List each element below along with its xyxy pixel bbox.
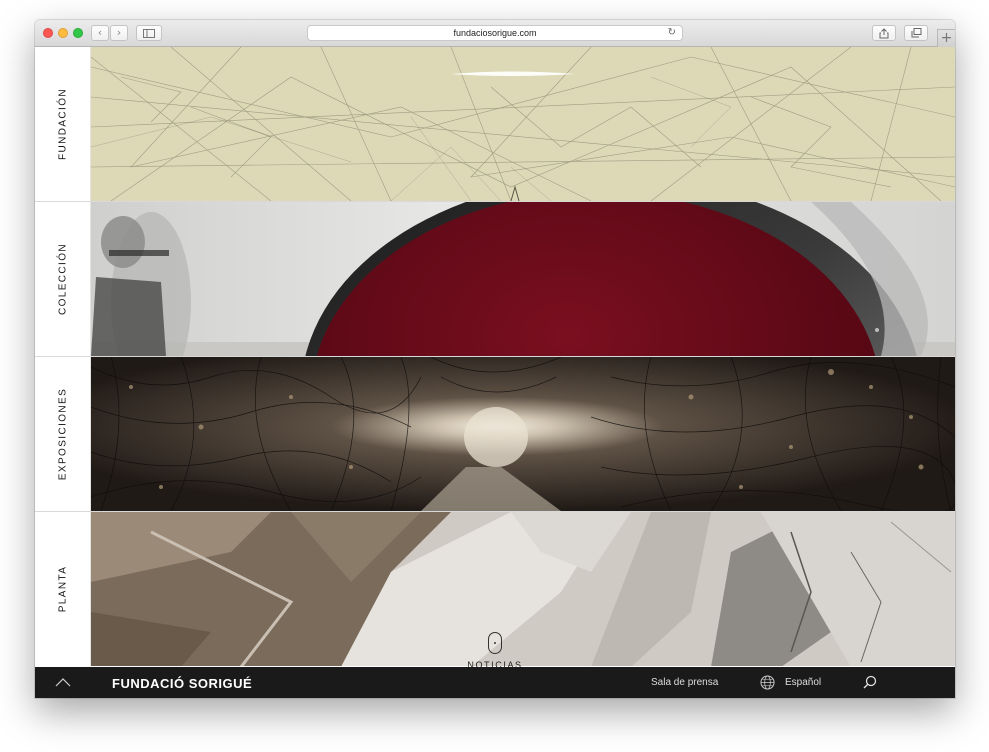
section-label-column: PLANTA	[35, 512, 91, 666]
section-label-column: COLECCIÓN	[35, 202, 91, 356]
browser-window: ‹ › fundaciosorigue.com ↻ + FUNDACIÓN CO…	[35, 20, 955, 698]
exposiciones-image[interactable]	[91, 357, 955, 511]
close-window-button[interactable]	[43, 28, 53, 38]
coleccion-image[interactable]	[91, 202, 955, 356]
sidebar-icon[interactable]	[136, 25, 162, 41]
tabs-icon[interactable]	[904, 25, 928, 41]
minimize-window-button[interactable]	[58, 28, 68, 38]
site-footer-bar: FUNDACIÓ SORIGUÉ Sala de prensa Español	[35, 667, 955, 698]
brand-logo[interactable]: FUNDACIÓ SORIGUÉ	[112, 676, 252, 691]
page-content: FUNDACIÓN COLECCIÓN EXPOSICIONES PLANTA …	[35, 47, 955, 670]
section-label: COLECCIÓN	[57, 242, 69, 316]
fundacion-image[interactable]	[91, 47, 955, 201]
scroll-to-news[interactable]: NOTICIAS	[460, 632, 530, 670]
section-exposiciones[interactable]: EXPOSICIONES	[35, 357, 955, 511]
section-label: EXPOSICIONES	[57, 387, 69, 481]
reload-icon[interactable]: ↻	[668, 26, 676, 40]
zoom-window-button[interactable]	[73, 28, 83, 38]
mouse-icon	[488, 632, 502, 654]
section-label-column: EXPOSICIONES	[35, 357, 91, 511]
globe-icon[interactable]	[760, 675, 775, 690]
chevron-up-icon[interactable]	[55, 676, 71, 688]
new-tab-icon[interactable]: +	[937, 29, 955, 47]
url-text: fundaciosorigue.com	[453, 28, 537, 38]
section-label: FUNDACIÓN	[57, 87, 69, 161]
press-room-link[interactable]: Sala de prensa	[651, 677, 718, 688]
section-fundacion[interactable]: FUNDACIÓN	[35, 47, 955, 201]
section-coleccion[interactable]: COLECCIÓN	[35, 202, 955, 356]
search-icon[interactable]	[863, 675, 877, 689]
section-label: PLANTA	[57, 565, 69, 613]
back-icon[interactable]: ‹	[91, 25, 109, 41]
forward-icon[interactable]: ›	[110, 25, 128, 41]
share-icon[interactable]	[872, 25, 896, 41]
browser-toolbar: ‹ › fundaciosorigue.com ↻ +	[35, 20, 955, 47]
section-label-column: FUNDACIÓN	[35, 47, 91, 201]
address-bar[interactable]: fundaciosorigue.com ↻	[307, 25, 683, 41]
language-selector[interactable]: Español	[785, 677, 821, 688]
